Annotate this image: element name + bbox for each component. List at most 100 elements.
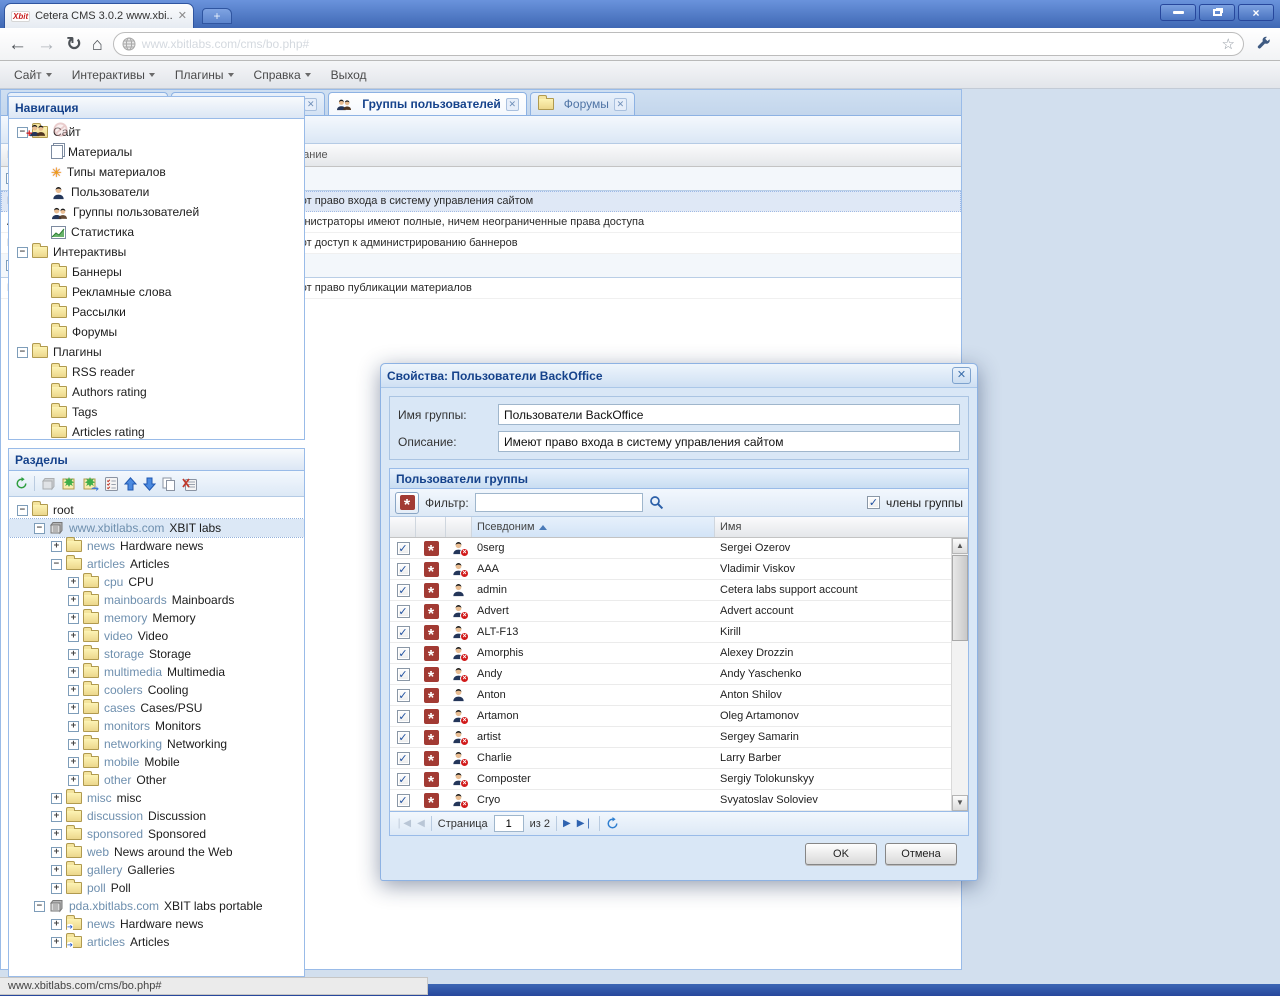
- new-tab-button[interactable]: +: [202, 8, 232, 24]
- user-row[interactable]: ✓*×artistSergey Samarin: [390, 727, 951, 748]
- section-news[interactable]: +newsHardware news: [9, 537, 304, 555]
- ok-button[interactable]: OK: [805, 843, 877, 865]
- user-checkbox[interactable]: ✓: [397, 752, 410, 765]
- browser-tab[interactable]: Xbit Cetera CMS 3.0.2 www.xbi... ✕: [4, 3, 194, 28]
- menu-site[interactable]: Сайт: [14, 68, 52, 82]
- nav-item-tags[interactable]: Tags: [9, 402, 304, 422]
- dialog-titlebar[interactable]: Свойства: Пользователи BackOffice ✕: [381, 364, 977, 388]
- nav-item-ad-words[interactable]: Рекламные слова: [9, 282, 304, 302]
- user-row[interactable]: ✓*×AdvertAdvert account: [390, 601, 951, 622]
- tree-expand-icon[interactable]: +: [51, 937, 62, 948]
- new-link-section-icon[interactable]: [83, 477, 99, 491]
- delete-icon[interactable]: [182, 477, 197, 491]
- nav-item-interactives[interactable]: −Интерактивы: [9, 242, 304, 262]
- nav-item-material-types[interactable]: ✳Типы материалов: [9, 162, 304, 182]
- tree-expand-icon[interactable]: +: [51, 811, 62, 822]
- refresh-icon[interactable]: [606, 817, 619, 830]
- wrench-menu-icon[interactable]: [1256, 36, 1272, 52]
- section-coolers[interactable]: +coolersCooling: [9, 681, 304, 699]
- vertical-scrollbar[interactable]: ▲ ▼: [951, 538, 968, 811]
- nav-item-materials[interactable]: Материалы: [9, 142, 304, 162]
- section-web[interactable]: +webNews around the Web: [9, 843, 304, 861]
- user-row[interactable]: ✓*AntonAnton Shilov: [390, 685, 951, 706]
- nav-item-mailings[interactable]: Рассылки: [9, 302, 304, 322]
- user-checkbox[interactable]: ✓: [397, 563, 410, 576]
- nav-item-forums[interactable]: Форумы: [9, 322, 304, 342]
- section-poll[interactable]: +pollPoll: [9, 879, 304, 897]
- section-monitors[interactable]: +monitorsMonitors: [9, 717, 304, 735]
- first-page-icon[interactable]: ❘◀: [395, 818, 411, 829]
- section-articles[interactable]: −articlesArticles: [9, 555, 304, 573]
- user-checkbox[interactable]: ✓: [397, 542, 410, 555]
- nav-item-authors-rating[interactable]: Authors rating: [9, 382, 304, 402]
- section-memory[interactable]: +memoryMemory: [9, 609, 304, 627]
- section-gallery[interactable]: +galleryGalleries: [9, 861, 304, 879]
- section-cases[interactable]: +casesCases/PSU: [9, 699, 304, 717]
- user-checkbox[interactable]: ✓: [397, 584, 410, 597]
- section-mobile[interactable]: +mobileMobile: [9, 753, 304, 771]
- last-page-icon[interactable]: ▶❘: [577, 818, 593, 829]
- nav-item-plugins[interactable]: −Плагины: [9, 342, 304, 362]
- properties-icon[interactable]: [105, 477, 118, 491]
- tree-expand-icon[interactable]: +: [68, 721, 79, 732]
- address-bar[interactable]: www.xbitlabs.com/cms/bo.php# ☆: [113, 32, 1244, 56]
- tree-expand-icon[interactable]: +: [68, 595, 79, 606]
- checkbox-column-header[interactable]: [390, 517, 416, 537]
- move-up-icon[interactable]: [124, 477, 137, 491]
- user-row[interactable]: ✓*adminCetera labs support account: [390, 580, 951, 601]
- user-row[interactable]: ✓*×AndyAndy Yaschenko: [390, 664, 951, 685]
- section-root[interactable]: −root: [9, 501, 304, 519]
- user-row[interactable]: ✓*×CharlieLarry Barber: [390, 748, 951, 769]
- tree-expand-icon[interactable]: +: [51, 919, 62, 930]
- tree-expand-icon[interactable]: +: [68, 631, 79, 642]
- tab-user-groups[interactable]: Группы пользователей✕: [328, 92, 527, 115]
- user-checkbox[interactable]: ✓: [397, 731, 410, 744]
- delete-disabled-icon[interactable]: [53, 122, 68, 137]
- menu-interactives[interactable]: Интерактивы: [72, 68, 155, 82]
- dialog-close-button[interactable]: ✕: [952, 367, 971, 384]
- tab-close-icon[interactable]: ✕: [178, 11, 187, 22]
- tree-expand-icon[interactable]: +: [68, 739, 79, 750]
- window-close-button[interactable]: ×: [1238, 4, 1274, 21]
- user-checkbox[interactable]: ✓: [397, 794, 410, 807]
- tree-expand-icon[interactable]: +: [68, 667, 79, 678]
- group-name-input[interactable]: [498, 404, 960, 425]
- filter-input[interactable]: [475, 493, 643, 512]
- section-video[interactable]: +videoVideo: [9, 627, 304, 645]
- section-pda-articles[interactable]: +articlesArticles: [9, 933, 304, 951]
- section-pda-xbitlabs[interactable]: −pda.xbitlabs.comXBIT labs portable: [9, 897, 304, 915]
- nav-item-rss-reader[interactable]: RSS reader: [9, 362, 304, 382]
- tree-collapse-icon[interactable]: −: [34, 901, 45, 912]
- user-checkbox[interactable]: ✓: [397, 710, 410, 723]
- nav-item-statistics[interactable]: Статистика: [9, 222, 304, 242]
- name-column-header[interactable]: Имя: [715, 517, 968, 537]
- cancel-button[interactable]: Отмена: [885, 843, 957, 865]
- section-mainboards[interactable]: +mainboardsMainboards: [9, 591, 304, 609]
- tree-expand-icon[interactable]: +: [51, 829, 62, 840]
- tree-expand-icon[interactable]: +: [51, 847, 62, 858]
- menu-help[interactable]: Справка: [254, 68, 311, 82]
- scroll-up-icon[interactable]: ▲: [952, 538, 968, 554]
- refresh-icon[interactable]: [15, 477, 28, 490]
- user-row[interactable]: ✓*×ALT-F13Kirill: [390, 622, 951, 643]
- section-storage[interactable]: +storageStorage: [9, 645, 304, 663]
- tree-expand-icon[interactable]: +: [68, 577, 79, 588]
- section-discussion[interactable]: +discussionDiscussion: [9, 807, 304, 825]
- user-checkbox[interactable]: ✓: [397, 668, 410, 681]
- user-row[interactable]: ✓*×ArtamonOleg Artamonov: [390, 706, 951, 727]
- forward-button[interactable]: →: [37, 35, 56, 54]
- window-minimize-button[interactable]: [1160, 4, 1196, 21]
- menu-logout[interactable]: Выход: [331, 68, 367, 82]
- alias-column-header[interactable]: Псевдоним: [472, 517, 715, 537]
- section-cpu[interactable]: +cpuCPU: [9, 573, 304, 591]
- nav-item-user-groups[interactable]: Группы пользователей: [9, 202, 304, 222]
- tab-close-icon[interactable]: ✕: [506, 98, 519, 111]
- group-description-input[interactable]: [498, 431, 960, 452]
- tree-collapse-icon[interactable]: −: [17, 347, 28, 358]
- tree-collapse-icon[interactable]: −: [17, 247, 28, 258]
- home-button[interactable]: ⌂: [92, 34, 103, 55]
- members-checkbox[interactable]: ✓: [867, 496, 880, 509]
- cetera-filter-button[interactable]: *: [395, 492, 419, 514]
- nav-item-banners[interactable]: Баннеры: [9, 262, 304, 282]
- section-sponsored[interactable]: +sponsoredSponsored: [9, 825, 304, 843]
